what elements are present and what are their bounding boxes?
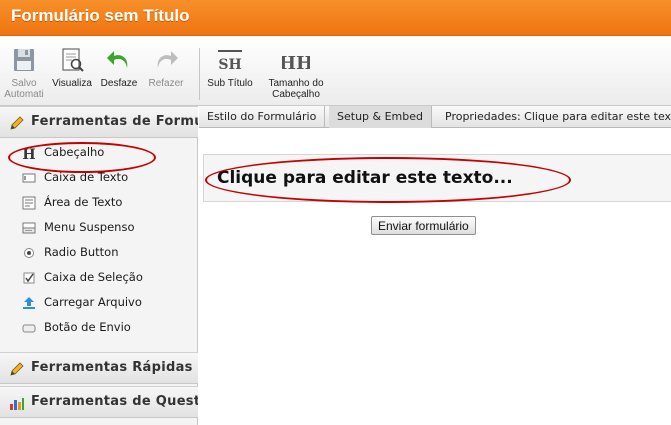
svg-text:SH: SH [218, 57, 241, 73]
tool-label: Carregar Arquivo [44, 295, 142, 309]
tool-upload[interactable]: Carregar Arquivo [0, 292, 198, 314]
save-button[interactable]: Salvo Automati [3, 46, 45, 100]
undo-button[interactable]: Desfaze [97, 46, 141, 89]
tool-dropdown[interactable]: Menu Suspenso [0, 217, 198, 239]
sidebar: Ferramentas de Formulário H Cabeçalho Ca… [0, 106, 198, 425]
tool-radio[interactable]: Radio Button [0, 242, 198, 264]
header-size-button[interactable]: HH Tamanho do Cabeçalho [263, 46, 329, 100]
textbox-icon [22, 173, 36, 183]
form-header-text[interactable]: Clique para editar este texto... [217, 168, 513, 188]
tab-setup-embed[interactable]: Setup & Embed [329, 106, 432, 128]
form-builder-app: Formulário sem Título Salvo Automati Vis… [0, 0, 671, 425]
radio-icon [24, 248, 34, 258]
tool-label: Caixa de Texto [44, 170, 129, 184]
toolbar-separator [199, 48, 200, 100]
tool-checkbox[interactable]: Caixa de Seleção [0, 267, 198, 289]
tool-label: Área de Texto [44, 195, 123, 209]
tab-bar: Estilo do Formulário Setup & Embed Propr… [199, 106, 671, 128]
tool-label: Cabeçalho [44, 145, 105, 159]
submit-form-button[interactable]: Enviar formulário [371, 216, 476, 235]
form-tools-title: Ferramentas de Formulário [31, 114, 198, 129]
tab-label: Estilo do Formulário [207, 110, 317, 123]
toolbar: Salvo Automati Visualiza Desfaze Refazer… [0, 36, 671, 106]
header-size-label-line2: Cabeçalho [272, 89, 320, 100]
survey-tools-title: Ferramentas de Questionário [31, 394, 198, 409]
floppy-disk-icon [14, 49, 34, 71]
pencil-icon [10, 116, 24, 130]
upload-icon [23, 297, 35, 309]
tool-label: Menu Suspenso [44, 220, 135, 234]
svg-text:HH: HH [282, 53, 310, 74]
window-title: Formulário sem Título [11, 6, 190, 25]
checkbox-icon [23, 272, 35, 284]
subtitle-icon: SH [218, 50, 242, 73]
tool-textarea[interactable]: Área de Texto [0, 192, 198, 214]
redo-arrow-icon [157, 51, 178, 68]
svg-text:H: H [22, 147, 35, 160]
subtitle-button[interactable]: SH Sub Título [205, 46, 255, 89]
form-tools-header[interactable]: Ferramentas de Formulário [0, 106, 198, 138]
tool-textbox[interactable]: Caixa de Texto [0, 167, 198, 189]
quick-tools-header[interactable]: Ferramentas Rápidas [0, 352, 198, 384]
preview-icon [62, 48, 84, 72]
quick-tools-title: Ferramentas Rápidas [31, 360, 193, 375]
undo-label: Desfaze [100, 78, 138, 89]
tool-label: Botão de Envio [44, 320, 131, 334]
save-label-line2: Automati [4, 89, 44, 100]
survey-tools-header[interactable]: Ferramentas de Questionário [0, 386, 198, 418]
tool-label: Caixa de Seleção [44, 270, 143, 284]
tab-label: Setup & Embed [337, 110, 423, 123]
preview-button[interactable]: Visualiza [49, 46, 95, 89]
undo-arrow-icon [107, 51, 128, 68]
pencil-icon [10, 362, 24, 376]
heading-icon: H [22, 147, 35, 160]
tab-form-style[interactable]: Estilo do Formulário [199, 106, 326, 128]
tool-label: Radio Button [44, 245, 119, 259]
header-size-label-line1: Tamanho do [268, 78, 324, 89]
dropdown-icon [22, 222, 36, 234]
textarea-icon [22, 196, 36, 210]
subtitle-label: Sub Título [207, 78, 253, 89]
submit-button-icon [22, 324, 36, 333]
form-canvas: Estilo do Formulário Setup & Embed Propr… [199, 106, 671, 425]
redo-label: Refazer [148, 78, 184, 89]
form-header-field[interactable]: Clique para editar este texto... [203, 154, 671, 202]
header-size-icon: HH [282, 53, 310, 74]
tool-submit-button[interactable]: Botão de Envio [0, 317, 198, 339]
redo-button[interactable]: Refazer [145, 46, 187, 89]
bar-chart-icon [10, 398, 24, 410]
tool-heading[interactable]: H Cabeçalho [0, 142, 198, 164]
preview-label: Visualiza [52, 78, 92, 89]
title-bar: Formulário sem Título [0, 0, 671, 36]
properties-label: Propriedades: Clique para editar este te… [445, 110, 671, 123]
save-label-line1: Salvo [11, 78, 37, 89]
